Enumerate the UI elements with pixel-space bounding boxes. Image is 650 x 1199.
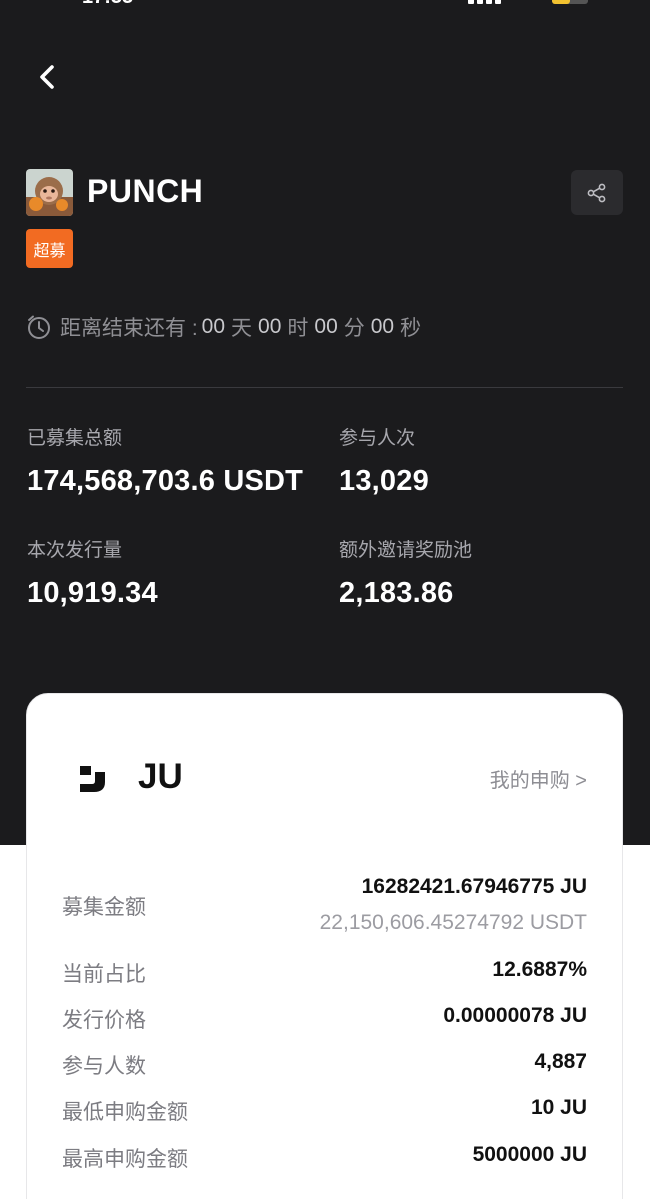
countdown-hours: 00	[258, 315, 282, 338]
participant-count-label: 参与人数	[62, 1055, 146, 1078]
issuance-label: 本次发行量	[27, 540, 123, 561]
raised-value: 174,568,703.6 USDT	[27, 465, 304, 497]
status-bar: 17:33	[0, 0, 650, 9]
token-card: JU 我的申购 > 募集金额 16282421.67946775 JU 22,1…	[26, 693, 623, 1199]
oversubscribed-badge: 超募	[26, 229, 73, 268]
current-ratio-value: 12.6887%	[492, 958, 587, 981]
participant-count-value: 4,887	[534, 1050, 587, 1073]
my-subscription-link[interactable]: 我的申购 >	[490, 764, 587, 793]
share-button[interactable]	[571, 170, 623, 215]
countdown-minutes-unit: 分	[343, 317, 365, 340]
min-subscription-value: 10 JU	[530, 1096, 587, 1119]
countdown-label: 距离结束还有 :	[60, 317, 198, 340]
countdown-days: 00	[201, 315, 226, 338]
participants-value: 13,029	[339, 465, 429, 497]
raise-amount-value: 16282421.67946775 JU	[361, 875, 587, 898]
max-subscription-label: 最高申购金额	[62, 1148, 188, 1171]
issue-price-label: 发行价格	[62, 1009, 146, 1032]
ju-logo-icon	[80, 766, 105, 792]
back-button[interactable]	[30, 60, 66, 96]
countdown-minutes: 00	[314, 315, 338, 338]
raise-amount-label: 募集金额	[62, 896, 146, 919]
status-icons	[468, 0, 588, 4]
participants-label: 参与人次	[339, 428, 416, 449]
countdown-hours-unit: 时	[287, 317, 309, 340]
countdown: 距离结束还有 : 00 天 00 时 00 分 00 秒	[26, 312, 423, 342]
token-name: JU	[138, 757, 183, 796]
countdown-seconds-unit: 秒	[400, 317, 422, 340]
raise-amount-usdt: 22,150,606.45274792 USDT	[319, 911, 587, 934]
countdown-days-unit: 天	[231, 317, 253, 340]
clock-icon	[28, 315, 50, 339]
countdown-seconds: 00	[370, 315, 395, 338]
invite-pool-label: 额外邀请奖励池	[339, 540, 473, 561]
battery-icon	[552, 0, 588, 4]
raised-label: 已募集总额	[27, 428, 123, 449]
project-avatar	[26, 169, 73, 216]
divider	[26, 387, 623, 388]
monkey-avatar	[26, 169, 73, 216]
project-title: PUNCH	[87, 173, 204, 209]
invite-pool-value: 2,183.86	[339, 577, 454, 609]
chevron-left-icon	[40, 65, 54, 89]
status-time: 17:33	[82, 0, 133, 9]
max-subscription-value: 5000000 JU	[472, 1143, 587, 1166]
min-subscription-label: 最低申购金额	[62, 1101, 188, 1124]
issuance-value: 10,919.34	[27, 577, 158, 609]
share-icon	[587, 183, 606, 202]
current-ratio-label: 当前占比	[62, 963, 146, 986]
issue-price-value: 0.00000078 JU	[443, 1004, 587, 1027]
